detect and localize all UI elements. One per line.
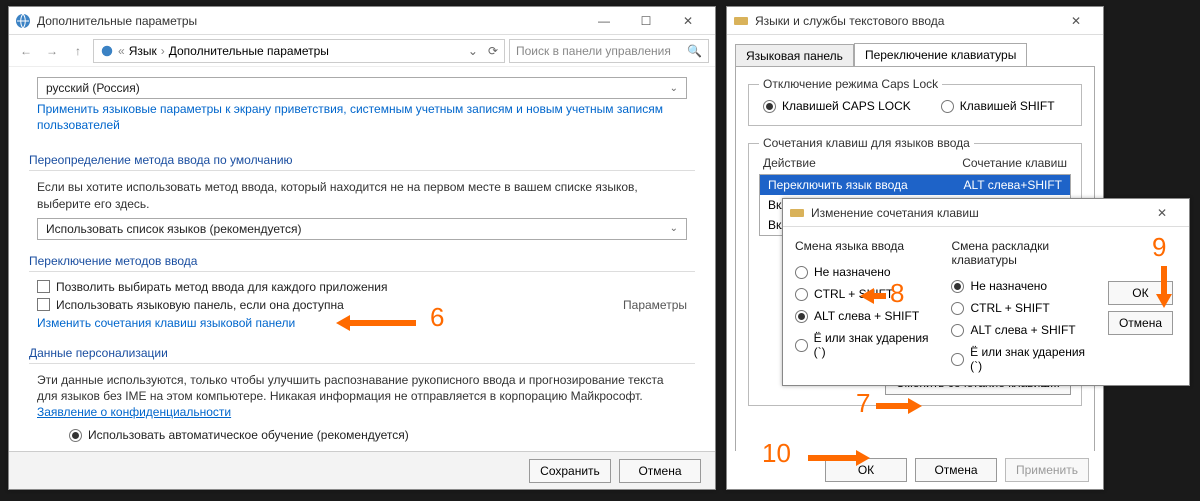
langbar-checkbox[interactable] (37, 298, 50, 311)
ok-button[interactable]: ОК (825, 458, 907, 482)
search-placeholder: Поиск в панели управления (516, 44, 671, 58)
display-language-value: русский (Россия) (46, 81, 140, 95)
auto-learn-radio[interactable] (69, 429, 82, 442)
explorer-navbar: ← → ↑ « Язык › Дополнительные параметры … (9, 35, 715, 67)
cancel-button[interactable]: Отмена (619, 459, 701, 483)
change-hotkey-dialog: Изменение сочетания клавиш ✕ Смена языка… (782, 198, 1190, 386)
keyboard-icon (733, 13, 749, 29)
apply-button[interactable]: Применить (1005, 458, 1089, 482)
alt-shift-radio[interactable] (795, 310, 808, 323)
up-button[interactable]: ↑ (67, 40, 89, 62)
close-button[interactable]: ✕ (667, 8, 709, 34)
button-bar: ОК Отмена Применить (727, 451, 1103, 489)
display-language-dropdown[interactable]: русский (Россия) ⌄ (37, 77, 687, 99)
globe-small-icon (100, 44, 114, 58)
override-input-dropdown[interactable]: Использовать список языков (рекомендуетс… (37, 218, 687, 240)
alt-shift-radio[interactable] (951, 324, 964, 337)
titlebar: Изменение сочетания клавиш ✕ (783, 199, 1189, 227)
maximize-button[interactable]: ☐ (625, 8, 667, 34)
keyboard-layout-column: Смена раскладки клавиатуры Не назначено … (951, 239, 1095, 377)
override-section-header: Переопределение метода ввода по умолчани… (29, 153, 695, 171)
button-bar: Сохранить Отмена (9, 451, 715, 489)
none-radio[interactable] (795, 266, 808, 279)
advanced-language-settings-window: Дополнительные параметры — ☐ ✕ ← → ↑ « Я… (8, 6, 716, 490)
save-button[interactable]: Сохранить (529, 459, 611, 483)
chevron-down-icon: ⌄ (670, 83, 678, 94)
close-button[interactable]: ✕ (1055, 8, 1097, 34)
search-input[interactable]: Поиск в панели управления 🔍 (509, 39, 709, 63)
table-row[interactable]: Переключить язык вводаALT слева+SHIFT (760, 175, 1070, 195)
hotkey-table-header: ДействиеСочетание клавиш (759, 156, 1071, 174)
content-area: русский (Россия) ⌄ Применить языковые па… (9, 67, 715, 444)
input-language-column: Смена языка ввода Не назначено CTRL + SH… (795, 239, 939, 377)
titlebar: Дополнительные параметры — ☐ ✕ (9, 7, 715, 35)
window-title: Языки и службы текстового ввода (755, 14, 944, 28)
capslock-radio[interactable] (763, 100, 776, 113)
personalization-section-header: Данные персонализации (29, 346, 695, 364)
per-app-checkbox[interactable] (37, 280, 50, 293)
langbar-label: Использовать языковую панель, если она д… (56, 298, 344, 312)
column-header: Смена раскладки клавиатуры (951, 239, 1095, 267)
per-app-label: Позволить выбирать метод ввода для каждо… (56, 280, 387, 294)
tab-keyboard-switching[interactable]: Переключение клавиатуры (854, 43, 1027, 66)
tab-strip: Языковая панель Переключение клавиатуры (727, 35, 1103, 66)
keyboard-icon (789, 205, 805, 221)
window-title: Дополнительные параметры (37, 14, 197, 28)
titlebar: Языки и службы текстового ввода ✕ (727, 7, 1103, 35)
column-header: Смена языка ввода (795, 239, 939, 253)
langbar-options-link[interactable]: Параметры (623, 298, 687, 312)
chevron-down-icon[interactable]: ⌄ (468, 44, 478, 58)
cancel-button[interactable]: Отмена (915, 458, 997, 482)
close-button[interactable]: ✕ (1141, 200, 1183, 226)
breadcrumb-sep-icon: › (161, 44, 165, 58)
back-button[interactable]: ← (15, 40, 37, 62)
tab-language-bar[interactable]: Языковая панель (735, 44, 854, 67)
address-bar[interactable]: « Язык › Дополнительные параметры ⌄ ⟳ (93, 39, 505, 63)
grave-radio[interactable] (795, 339, 808, 352)
search-icon: 🔍 (687, 44, 702, 58)
dialog-content: Смена языка ввода Не назначено CTRL + SH… (783, 227, 1189, 385)
window-title: Изменение сочетания клавиш (811, 206, 979, 220)
ctrl-shift-radio[interactable] (795, 288, 808, 301)
cancel-button[interactable]: Отмена (1108, 311, 1173, 335)
chevron-down-icon: ⌄ (670, 223, 678, 234)
none-radio[interactable] (951, 280, 964, 293)
shift-radio[interactable] (941, 100, 954, 113)
ctrl-shift-radio[interactable] (951, 302, 964, 315)
capslock-legend: Отключение режима Caps Lock (759, 77, 942, 91)
override-input-value: Использовать список языков (рекомендуетс… (46, 222, 302, 236)
auto-learn-label: Использовать автоматическое обучение (ре… (88, 428, 409, 442)
change-hotkeys-link[interactable]: Изменить сочетания клавиш языковой панел… (37, 316, 295, 330)
breadcrumb-advanced[interactable]: Дополнительные параметры (169, 44, 329, 58)
dialog-buttons: ОК Отмена (1108, 239, 1177, 377)
breadcrumb-sep-icon: « (118, 44, 125, 58)
breadcrumb-language[interactable]: Язык (129, 44, 157, 58)
switching-section-header: Переключение методов ввода (29, 254, 695, 272)
privacy-link[interactable]: Заявление о конфиденциальности (37, 405, 231, 419)
minimize-button[interactable]: — (583, 8, 625, 34)
refresh-icon[interactable]: ⟳ (488, 44, 498, 58)
override-description: Если вы хотите использовать метод ввода,… (29, 177, 695, 217)
personalization-description: Эти данные используются, только чтобы ул… (29, 370, 695, 427)
globe-icon (15, 13, 31, 29)
capslock-fieldset: Отключение режима Caps Lock Клавишей CAP… (748, 77, 1082, 126)
ok-button[interactable]: ОК (1108, 281, 1173, 305)
grave-radio[interactable] (951, 353, 964, 366)
hotkeys-legend: Сочетания клавиш для языков ввода (759, 136, 974, 150)
welcome-screen-link[interactable]: Применить языковые параметры к экрану пр… (37, 102, 663, 132)
forward-button[interactable]: → (41, 40, 63, 62)
